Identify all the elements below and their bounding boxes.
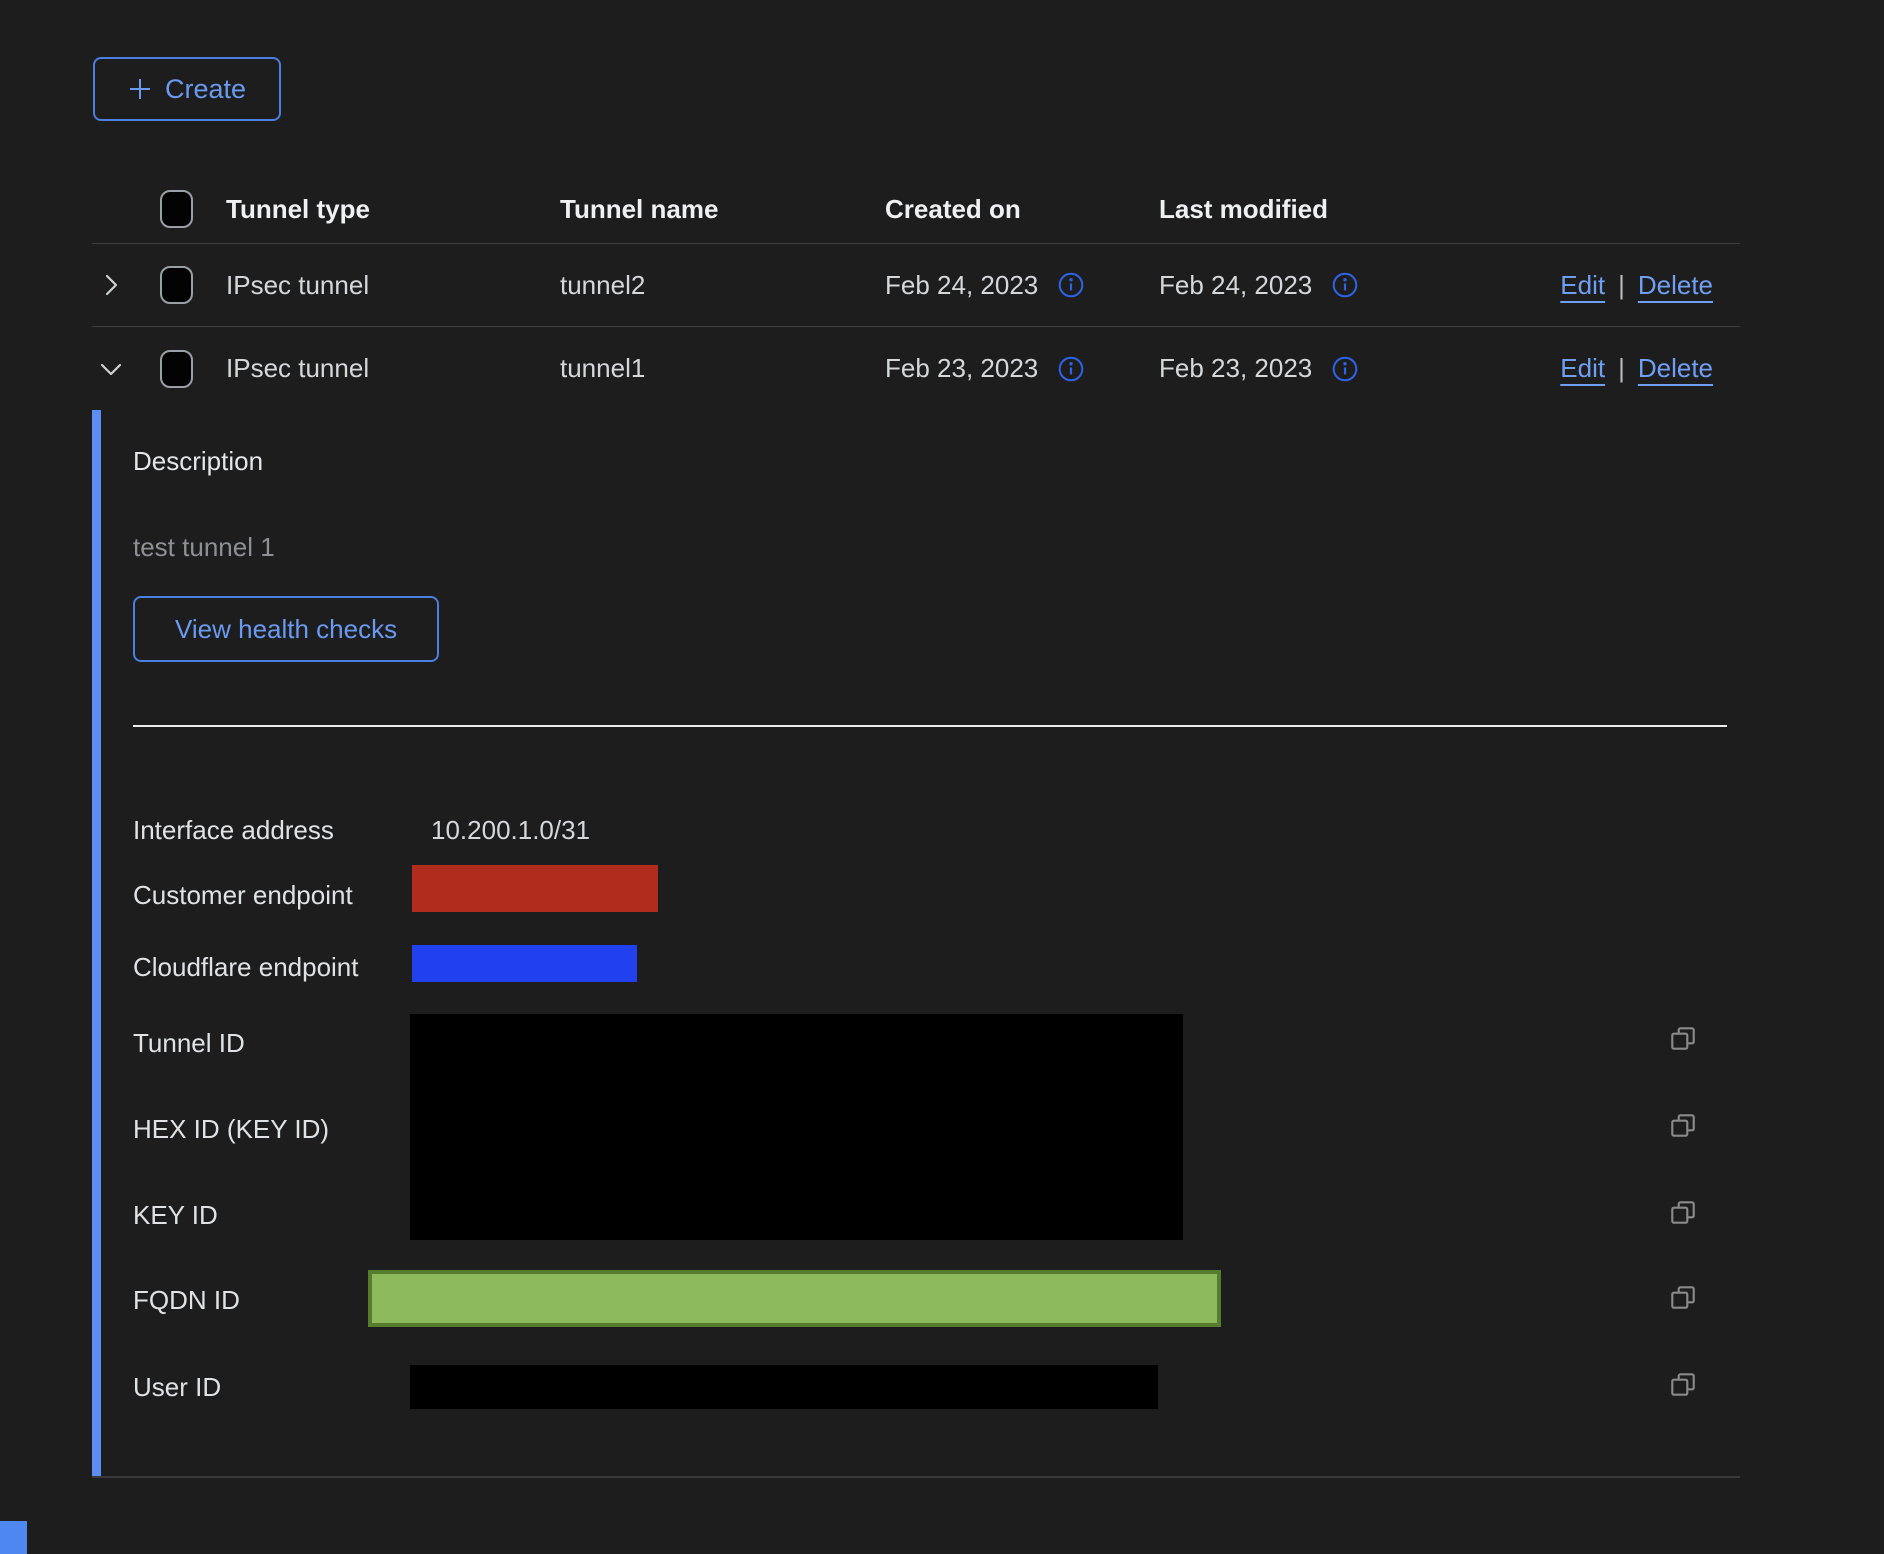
copy-icon (1668, 1023, 1698, 1053)
collapse-row-button[interactable] (96, 354, 126, 384)
edit-link[interactable]: Edit (1560, 270, 1605, 301)
panel-bottom-divider (92, 1476, 1740, 1478)
cloudflare-endpoint-label: Cloudflare endpoint (133, 950, 359, 984)
view-health-checks-button[interactable]: View health checks (133, 596, 439, 662)
copy-icon (1668, 1197, 1698, 1227)
create-button[interactable]: Create (93, 57, 281, 121)
customer-endpoint-label: Customer endpoint (133, 878, 353, 912)
copy-icon (1668, 1369, 1698, 1399)
tunnel-type-cell: IPsec tunnel (226, 270, 560, 301)
action-separator: | (1618, 353, 1625, 384)
info-icon[interactable] (1057, 355, 1085, 383)
delete-link[interactable]: Delete (1638, 353, 1713, 384)
expand-row-button[interactable] (96, 270, 126, 300)
table-row: IPsec tunnel tunnel1 Feb 23, 2023 Feb 23… (92, 327, 1740, 410)
select-all-checkbox[interactable] (160, 190, 193, 228)
user-id-redaction (410, 1365, 1158, 1409)
user-id-label: User ID (133, 1370, 221, 1404)
cloudflare-endpoint-redaction (412, 945, 637, 982)
action-separator: | (1618, 270, 1625, 301)
delete-link[interactable]: Delete (1638, 270, 1713, 301)
copy-icon (1668, 1110, 1698, 1140)
created-on-cell: Feb 23, 2023 (885, 353, 1038, 384)
copy-user-id-button[interactable] (1668, 1369, 1698, 1399)
info-icon[interactable] (1331, 271, 1359, 299)
interface-address-value: 10.200.1.0/31 (431, 813, 590, 847)
interface-address-label: Interface address (133, 813, 334, 847)
tunnel-details-panel: Description test tunnel 1 View health ch… (92, 410, 1740, 1478)
tunnel-name-cell: tunnel1 (560, 353, 885, 384)
row-checkbox[interactable] (160, 350, 193, 388)
customer-endpoint-redaction (412, 865, 658, 912)
info-icon[interactable] (1331, 355, 1359, 383)
last-modified-cell: Feb 23, 2023 (1159, 353, 1312, 384)
fqdn-id-label: FQDN ID (133, 1283, 240, 1317)
edit-link[interactable]: Edit (1560, 353, 1605, 384)
tunnels-table: Tunnel type Tunnel name Created on Last … (92, 175, 1740, 410)
tunnel-id-label: Tunnel ID (133, 1026, 245, 1060)
table-header-row: Tunnel type Tunnel name Created on Last … (92, 175, 1740, 244)
created-on-cell: Feb 24, 2023 (885, 270, 1038, 301)
ipsec-tunnels-page: Create Tunnel type Tunnel name Created o… (0, 0, 1884, 1554)
row-checkbox[interactable] (160, 266, 193, 304)
clipped-blue-fragment (0, 1521, 27, 1554)
table-row: IPsec tunnel tunnel2 Feb 24, 2023 Feb 24… (92, 244, 1740, 327)
column-header-last-modified: Last modified (1159, 194, 1542, 225)
section-divider (133, 725, 1727, 727)
column-header-tunnel-name: Tunnel name (560, 194, 885, 225)
column-header-created-on: Created on (885, 194, 1159, 225)
ids-redaction-block (410, 1014, 1183, 1240)
key-id-label: KEY ID (133, 1198, 218, 1232)
copy-hex-id-button[interactable] (1668, 1110, 1698, 1140)
description-label: Description (133, 444, 263, 478)
column-header-tunnel-type: Tunnel type (226, 194, 560, 225)
fqdn-id-redaction (368, 1270, 1221, 1327)
last-modified-cell: Feb 24, 2023 (1159, 270, 1312, 301)
chevron-down-icon (96, 354, 126, 384)
description-value: test tunnel 1 (133, 532, 275, 563)
hex-id-label: HEX ID (KEY ID) (133, 1112, 329, 1146)
tunnel-name-cell: tunnel2 (560, 270, 885, 301)
expanded-row-accent-bar (92, 410, 101, 1478)
info-icon[interactable] (1057, 271, 1085, 299)
copy-icon (1668, 1282, 1698, 1312)
tunnel-type-cell: IPsec tunnel (226, 353, 560, 384)
plus-icon (128, 77, 152, 101)
chevron-right-icon (96, 270, 126, 300)
copy-fqdn-id-button[interactable] (1668, 1282, 1698, 1312)
copy-tunnel-id-button[interactable] (1668, 1023, 1698, 1053)
create-button-label: Create (165, 74, 246, 105)
copy-key-id-button[interactable] (1668, 1197, 1698, 1227)
